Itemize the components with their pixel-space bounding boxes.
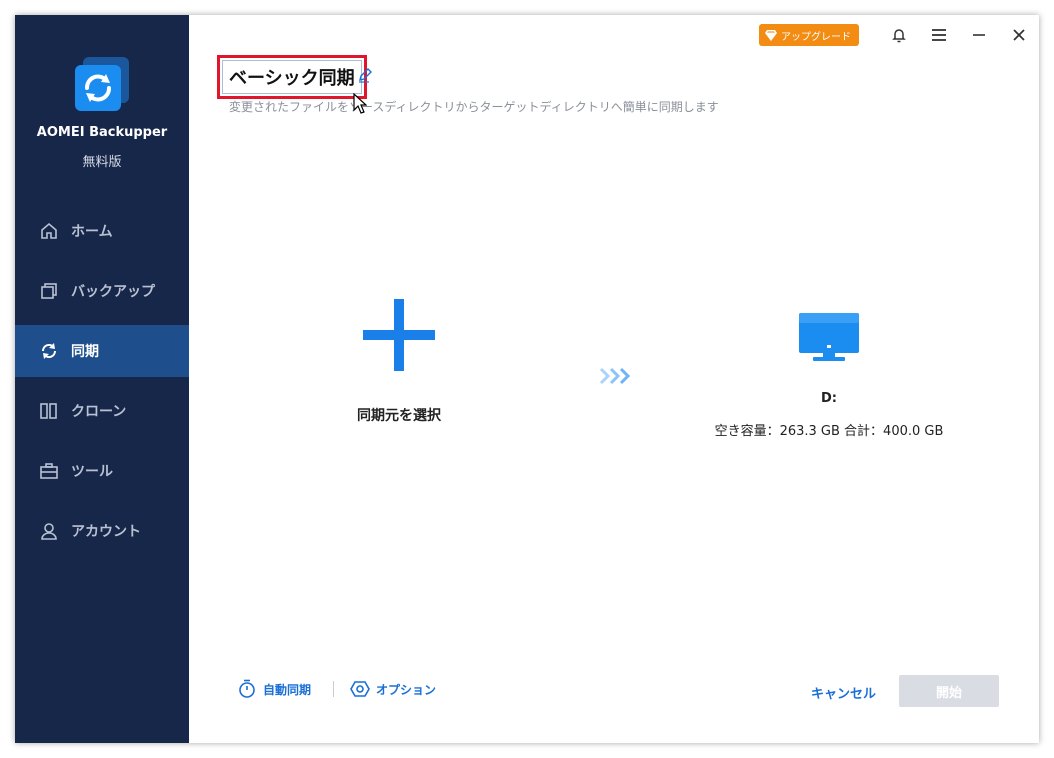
sidebar-item-label: バックアップ [71, 284, 155, 300]
diamond-icon [765, 29, 777, 41]
pencil-icon[interactable] [357, 67, 373, 87]
minimize-icon[interactable] [959, 15, 999, 55]
main-panel: アップグレード ベーシック同期 変更されたファイルをソースディレクトリからターゲ… [189, 15, 1039, 743]
app-edition: 無料版 [82, 155, 122, 170]
cancel-button[interactable]: キャンセル [811, 683, 876, 702]
app-name: AOMEI Backupper [36, 125, 168, 140]
schedule-sync-button[interactable]: 自動同期 [237, 679, 311, 699]
account-icon [39, 521, 59, 541]
sidebar-item-account[interactable]: アカウント [15, 505, 189, 557]
select-source-button[interactable]: 同期元を選択 [319, 295, 479, 425]
close-icon[interactable] [999, 15, 1039, 55]
sidebar-item-label: アカウント [71, 524, 141, 540]
sidebar-item-label: ホーム [71, 224, 113, 240]
mouse-cursor-icon [353, 92, 368, 119]
app-window: AOMEI Backupper 無料版 ホーム バックアップ 同期 クローン ツ… [15, 15, 1039, 743]
title-bar: アップグレード [759, 15, 1039, 55]
destination-drive-letter: D: [821, 391, 837, 406]
destination-drive[interactable]: D: 空き容量：263.3 GB 合計：400.0 GB [694, 311, 964, 439]
home-icon [39, 221, 59, 241]
schedule-sync-label: 自動同期 [263, 682, 312, 697]
sidebar-item-label: ツール [71, 464, 113, 480]
clock-icon [237, 679, 257, 699]
footer-options: 自動同期 オプション [237, 679, 436, 699]
sync-icon [39, 341, 59, 361]
task-name-field[interactable]: ベーシック同期 [222, 60, 362, 94]
sidebar-item-backup[interactable]: バックアップ [15, 265, 189, 317]
plus-icon [319, 295, 479, 379]
destination-space-info: 空き容量：263.3 GB 合計：400.0 GB [714, 424, 944, 439]
sidebar-item-label: 同期 [71, 344, 99, 360]
source-label: 同期元を選択 [357, 408, 441, 424]
task-name-highlight: ベーシック同期 [217, 55, 367, 99]
task-description: 変更されたファイルをソースディレクトリからターゲットディレクトリへ簡単に同期しま… [229, 100, 719, 114]
options-button[interactable]: オプション [350, 679, 436, 699]
sidebar-nav: ホーム バックアップ 同期 クローン ツール アカウント [15, 205, 189, 565]
upgrade-label: アップグレード [781, 31, 851, 43]
backup-icon [39, 281, 59, 301]
menu-icon[interactable] [919, 15, 959, 55]
monitor-icon [694, 311, 964, 371]
footer-divider [333, 681, 335, 697]
sidebar: AOMEI Backupper 無料版 ホーム バックアップ 同期 クローン ツ… [15, 15, 189, 743]
settings-hexagon-icon [350, 679, 370, 699]
sidebar-item-label: クローン [71, 404, 127, 420]
tools-icon [39, 461, 59, 481]
sidebar-item-tools[interactable]: ツール [15, 445, 189, 497]
options-label: オプション [376, 682, 437, 697]
sidebar-item-home[interactable]: ホーム [15, 205, 189, 257]
bell-icon[interactable] [879, 15, 919, 55]
app-logo [73, 55, 131, 113]
clone-icon [39, 401, 59, 421]
sidebar-item-clone[interactable]: クローン [15, 385, 189, 437]
direction-arrows-icon [599, 367, 633, 389]
sidebar-item-sync[interactable]: 同期 [15, 325, 189, 377]
start-button[interactable]: 開始 [899, 675, 999, 707]
upgrade-button[interactable]: アップグレード [759, 24, 859, 46]
